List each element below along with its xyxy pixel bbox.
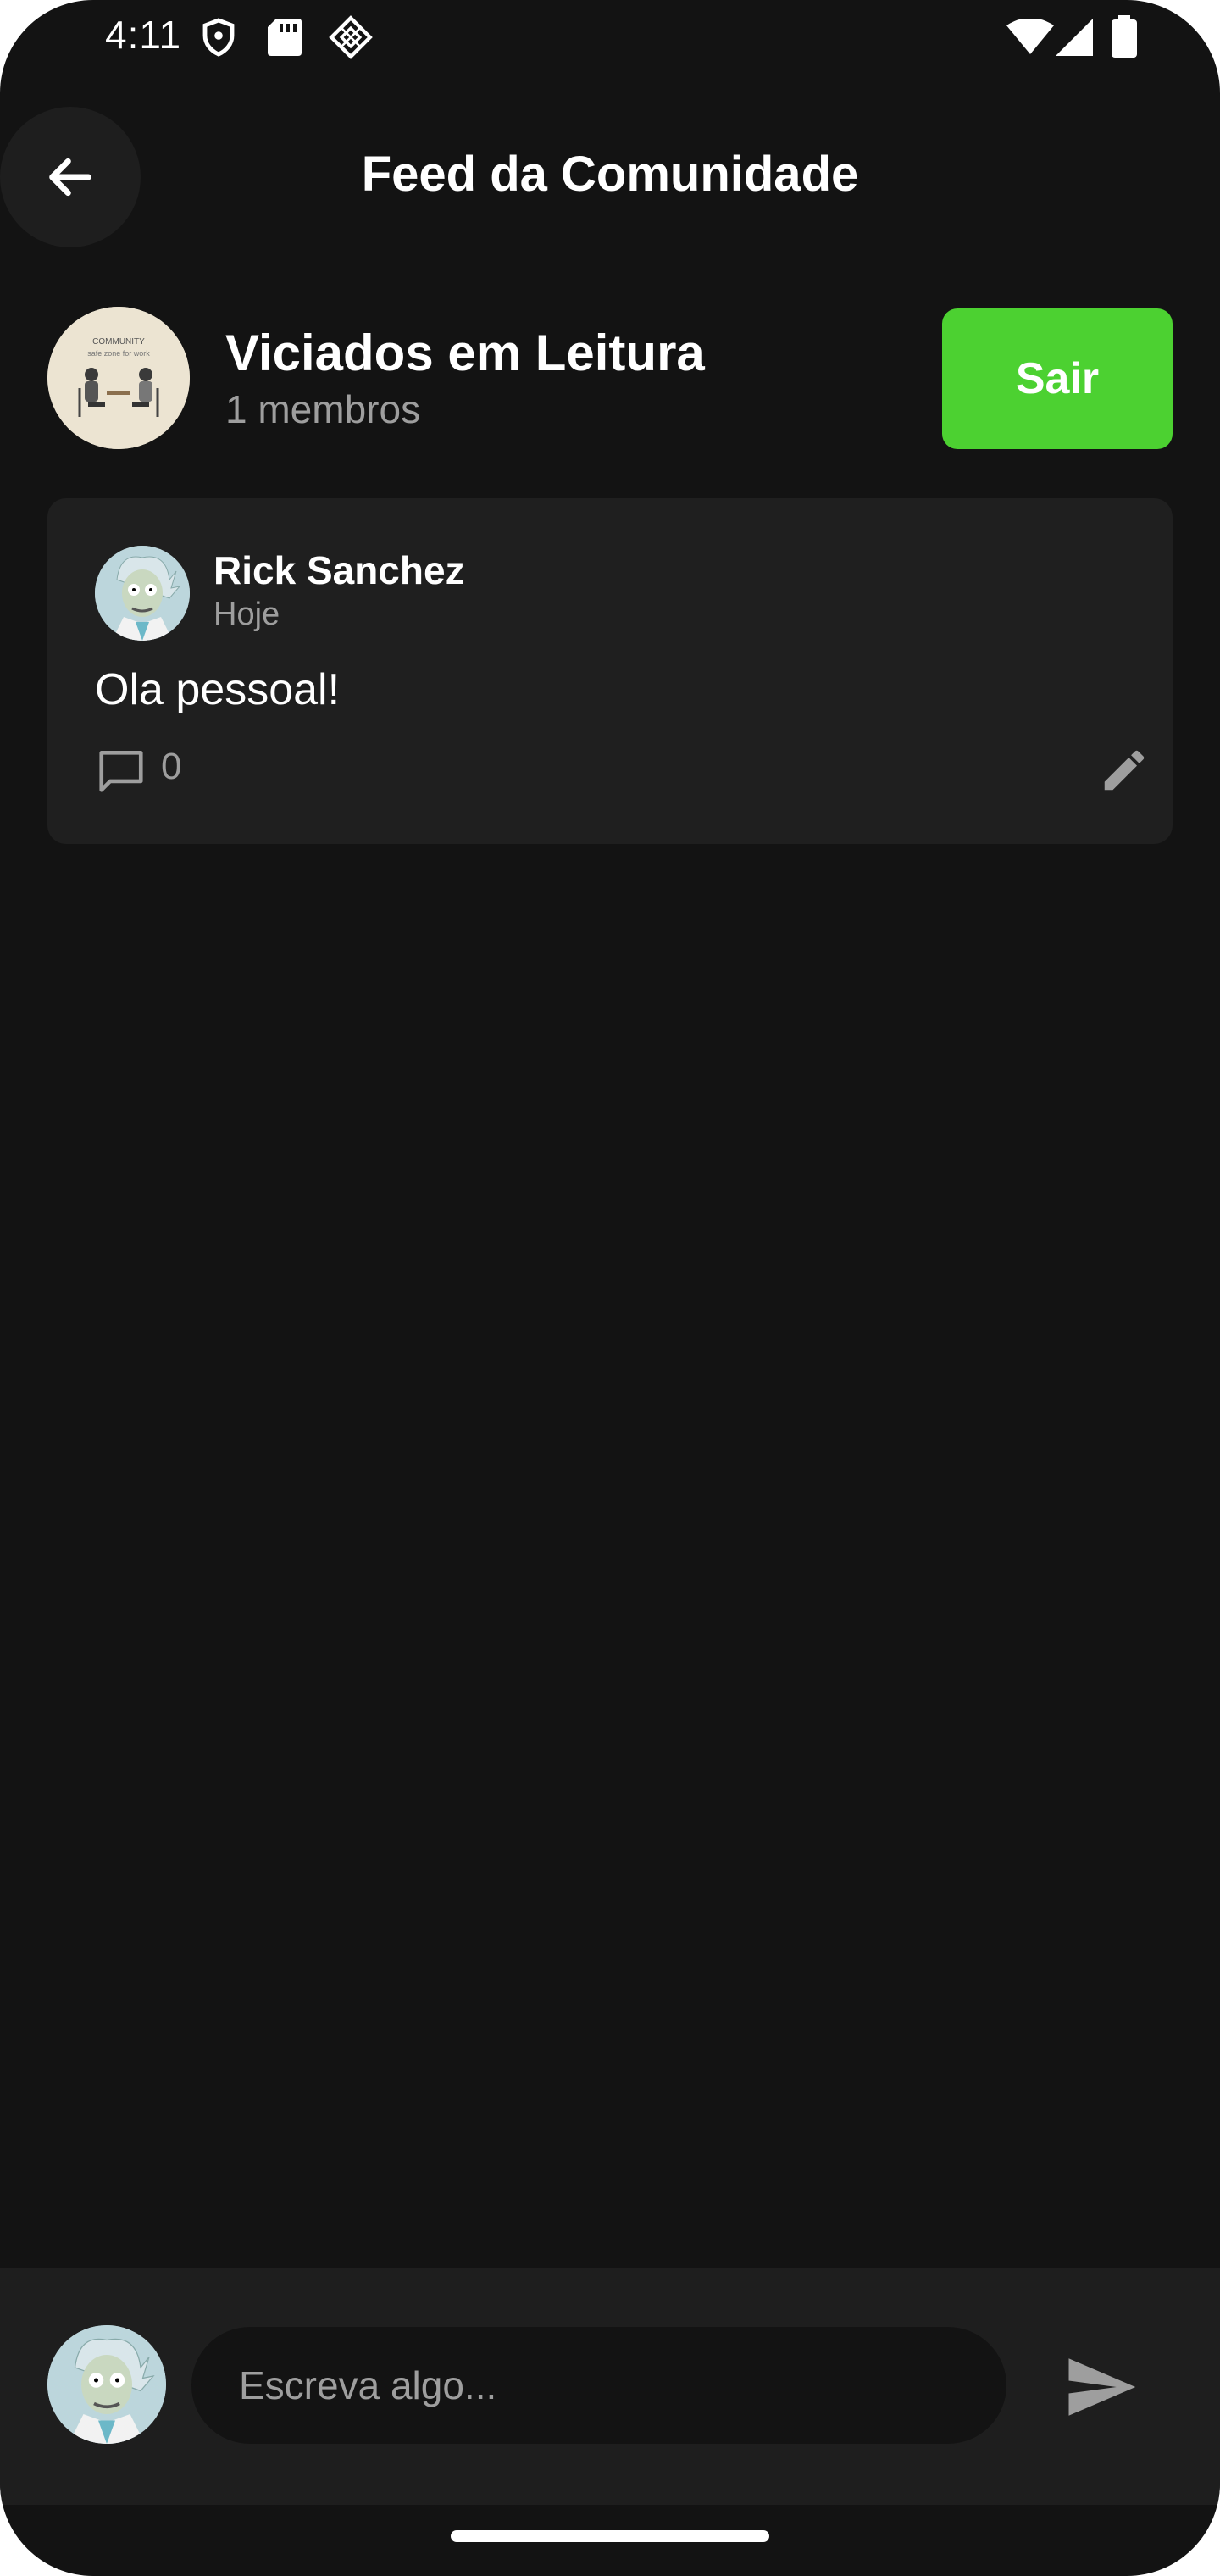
post-input[interactable] (191, 2327, 1006, 2444)
current-user-avatar (47, 2325, 166, 2444)
status-bar: 4:11 (0, 0, 1220, 71)
wifi-icon (1006, 19, 1054, 54)
battery-icon (1112, 15, 1137, 58)
avatar-caption-1: COMMUNITY (92, 337, 145, 347)
app-notification-icon (329, 15, 373, 59)
avatar-caption-2: safe zone for work (87, 349, 150, 358)
signal-icon (1056, 19, 1093, 56)
member-count: 1 membros (225, 387, 421, 431)
home-indicator[interactable] (451, 2530, 769, 2542)
status-time: 4:11 (105, 13, 182, 57)
leave-community-button[interactable]: Sair (942, 308, 1173, 449)
avatar-illustration (95, 546, 190, 641)
post-author-avatar[interactable] (95, 546, 190, 641)
post-composer (0, 2268, 1220, 2505)
page-title: Feed da Comunidade (361, 147, 859, 202)
community-illustration: COMMUNITY safe zone for work (47, 307, 190, 449)
phone-screen: 4:11 Feed da Comunidade COMMUNITY safe z… (0, 0, 1220, 2576)
sd-card-icon (268, 19, 302, 56)
post-author-name[interactable]: Rick Sanchez (214, 547, 465, 593)
pencil-icon[interactable] (1098, 744, 1151, 797)
avatar-illustration (47, 2325, 166, 2444)
post-card: Rick Sanchez Hoje Ola pessoal! 0 (47, 498, 1173, 844)
community-name: Viciados em Leitura (225, 325, 705, 381)
post-timestamp: Hoje (214, 597, 280, 632)
post-text: Ola pessoal! (95, 665, 341, 714)
shield-icon (202, 18, 235, 57)
send-icon[interactable] (1062, 2349, 1139, 2425)
comment-count: 0 (161, 746, 182, 787)
community-avatar: COMMUNITY safe zone for work (47, 307, 190, 449)
comment-icon[interactable] (95, 744, 147, 797)
